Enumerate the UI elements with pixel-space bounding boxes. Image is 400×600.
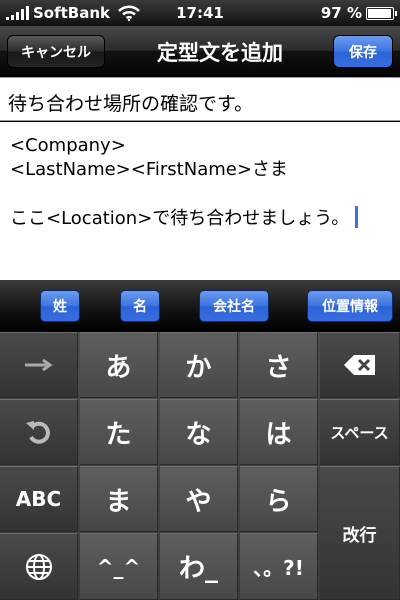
return-key[interactable]: 改行 [320, 466, 400, 600]
insert-location-button[interactable]: 位置情報 [307, 290, 393, 322]
key-na[interactable]: な [160, 399, 238, 465]
abc-key[interactable]: ABC [0, 466, 78, 532]
delete-key[interactable] [320, 332, 400, 398]
space-key[interactable]: スペース [320, 399, 400, 465]
backspace-icon [343, 355, 375, 375]
key-emoticon[interactable]: ^_^ [80, 533, 158, 600]
insert-firstname-button[interactable]: 名 [120, 290, 160, 322]
body-line: <Company> [10, 135, 126, 156]
cancel-button[interactable]: キャンセル [7, 35, 105, 68]
key-wa[interactable]: わ_ [160, 533, 238, 600]
status-bar: SoftBank 17:41 97 % [0, 0, 400, 26]
body-line-last: ここ<Location>で待ち合わせましょう。 [10, 206, 390, 230]
key-ka[interactable]: か [160, 332, 238, 398]
text-cursor [355, 206, 359, 228]
page-title: 定型文を追加 [157, 41, 283, 65]
key-ha[interactable]: は [240, 399, 318, 465]
insert-field-bar: 姓 名 会社名 位置情報 [0, 280, 400, 332]
undo-key[interactable] [0, 399, 78, 465]
japanese-kana-keyboard: あ か さ た な は スペース ABC ま や ら 改行 ^_^ わ_ 、。?… [0, 332, 400, 600]
template-body-textarea[interactable]: <Company> <LastName><FirstName>さま ここ<Loc… [0, 122, 400, 280]
undo-icon [25, 421, 50, 444]
globe-key[interactable] [0, 533, 78, 600]
body-line [10, 182, 390, 206]
cursor-right-key[interactable] [0, 332, 78, 398]
save-button[interactable]: 保存 [333, 35, 393, 68]
navigation-bar: キャンセル 定型文を追加 保存 [0, 26, 400, 76]
key-ma[interactable]: ま [80, 466, 158, 532]
insert-lastname-button[interactable]: 姓 [40, 290, 80, 322]
subject-field[interactable]: 待ち合わせ場所の確認です。 [0, 77, 400, 121]
arrow-right-icon [24, 358, 53, 372]
key-a[interactable]: あ [80, 332, 158, 398]
battery-icon [366, 6, 397, 20]
globe-icon [25, 553, 52, 580]
insert-company-button[interactable]: 会社名 [199, 290, 269, 322]
key-sa[interactable]: さ [240, 332, 318, 398]
key-ra[interactable]: ら [240, 466, 318, 532]
key-ya[interactable]: や [160, 466, 238, 532]
battery-percent: 97 % [320, 4, 362, 22]
body-line-text: ここ<Location>で待ち合わせましょう。 [10, 208, 350, 229]
key-punctuation[interactable]: 、。?! [240, 533, 318, 600]
key-ta[interactable]: た [80, 399, 158, 465]
body-line: <LastName><FirstName>さま [10, 159, 288, 180]
